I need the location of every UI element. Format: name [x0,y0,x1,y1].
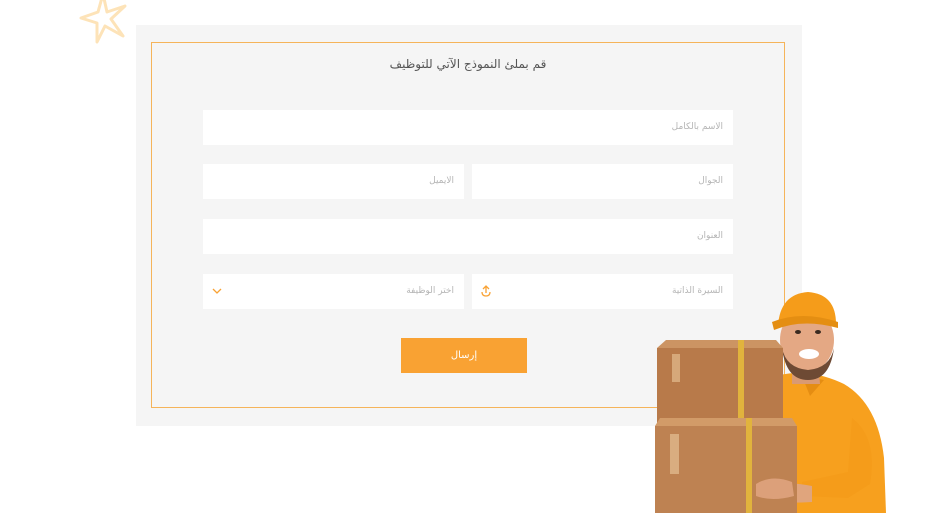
chevron-down-icon[interactable] [211,286,223,296]
form-title: قم بملئ النموذج الآتي للتوظيف [389,57,547,71]
mobile-field[interactable]: الجوال [472,164,733,199]
upload-icon[interactable] [480,285,492,297]
decorative-star-icon [79,0,127,44]
email-field[interactable]: الايميل [203,164,464,199]
address-field[interactable]: العنوان [203,219,733,254]
email-placeholder: الايميل [429,176,454,186]
delivery-man-image [655,292,886,513]
full-name-field[interactable]: الاسم بالكامل [203,110,733,145]
full-name-placeholder: الاسم بالكامل [671,122,723,132]
address-placeholder: العنوان [696,231,723,241]
job-placeholder: اختر الوظيفة [406,286,454,296]
mobile-placeholder: الجوال [698,176,723,186]
submit-button[interactable]: إرسال [401,338,527,373]
job-select[interactable]: اختر الوظيفة [203,274,464,309]
